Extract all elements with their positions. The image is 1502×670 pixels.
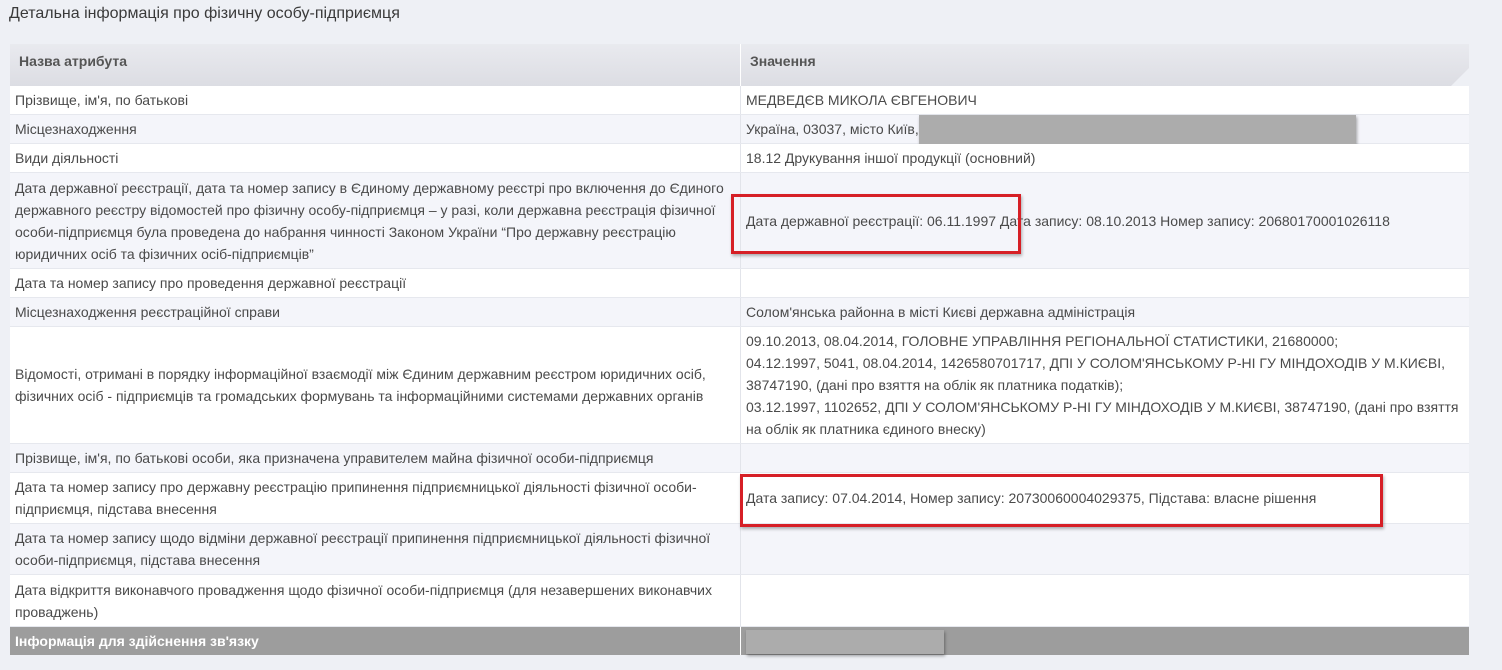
row-attribute: Прізвище, ім'я, по батькові xyxy=(10,86,740,114)
row-attribute: Дата та номер запису щодо відміни держав… xyxy=(10,524,740,574)
table-row: Дата та номер запису про проведення держ… xyxy=(10,269,1469,298)
header-corner-decoration xyxy=(1451,68,1469,86)
header-value: Значення xyxy=(740,44,1469,86)
contact-info-label: Інформація для здійснення зв'язку xyxy=(10,627,740,655)
header-attribute: Назва атрибута xyxy=(10,44,740,86)
row-value: Солом'янська районна в місті Києві держа… xyxy=(740,298,1469,326)
value-line: 03.12.1997, 1102652, ДПІ У СОЛОМ'ЯНСЬКОМ… xyxy=(746,399,1459,437)
row-value xyxy=(740,269,1469,297)
table-row: Прізвище, ім'я, по батькові МЕДВЕДЄВ МИК… xyxy=(10,86,1469,115)
redacted-contact xyxy=(746,630,944,654)
row-value xyxy=(740,575,1469,626)
redacted-address xyxy=(918,115,1356,145)
table-row: Прізвище, ім'я, по батькові особи, яка п… xyxy=(10,444,1469,473)
page-title: Детальна інформація про фізичну особу-пі… xyxy=(9,5,400,22)
table-row: Дата та номер запису щодо відміни держав… xyxy=(10,524,1469,575)
table-row: Дата відкриття виконавчого провадження щ… xyxy=(10,575,1469,627)
row-attribute: Відомості, отримані в порядку інформацій… xyxy=(10,327,740,443)
table-row: Відомості, отримані в порядку інформацій… xyxy=(10,327,1469,444)
row-value: 18.12 Друкування іншої продукції (основн… xyxy=(740,144,1469,172)
page: Детальна інформація про фізичну особу-пі… xyxy=(0,0,1502,670)
row-attribute: Види діяльності xyxy=(10,144,740,172)
row-attribute: Місцезнаходження реєстраційної справи xyxy=(10,298,740,326)
row-value: Дата державної реєстрації: 06.11.1997 Да… xyxy=(740,173,1469,268)
row-value: Дата запису: 07.04.2014, Номер запису: 2… xyxy=(740,473,1469,523)
registration-date: Дата державної реєстрації: 06.11.1997 xyxy=(746,212,997,229)
table-row: Місцезнаходження Україна, 03037, місто К… xyxy=(10,115,1469,145)
details-table: Назва атрибута Значення Прізвище, ім'я, … xyxy=(10,44,1469,655)
contact-info-row: Інформація для здійснення зв'язку xyxy=(10,627,1469,655)
row-value: Україна, 03037, місто Київ, xyxy=(740,115,1469,145)
table-row: Види діяльності 18.12 Друкування іншої п… xyxy=(10,144,1469,173)
row-attribute: Дата державної реєстрації, дата та номер… xyxy=(10,173,740,268)
value-line: 09.10.2013, 08.04.2014, ГОЛОВНЕ УПРАВЛІН… xyxy=(746,333,1339,349)
table-row: Місцезнаходження реєстраційної справи Со… xyxy=(10,298,1469,327)
row-value: МЕДВЕДЄВ МИКОЛА ЄВГЕНОВИЧ xyxy=(740,86,1469,114)
table-header: Назва атрибута Значення xyxy=(10,44,1469,86)
table-row: Дата державної реєстрації, дата та номер… xyxy=(10,173,1469,269)
row-attribute: Дата відкриття виконавчого провадження щ… xyxy=(10,575,740,626)
row-value xyxy=(740,524,1469,574)
contact-info-value xyxy=(740,627,1469,655)
record-info: Дата запису: 08.10.2013 Номер запису: 20… xyxy=(996,212,1390,229)
row-value: 09.10.2013, 08.04.2014, ГОЛОВНЕ УПРАВЛІН… xyxy=(740,327,1469,443)
row-attribute: Місцезнаходження xyxy=(10,115,740,143)
row-attribute: Дата та номер запису про проведення держ… xyxy=(10,269,740,297)
row-attribute: Дата та номер запису про державну реєстр… xyxy=(10,473,740,523)
table-row: Дата та номер запису про державну реєстр… xyxy=(10,473,1469,524)
row-value xyxy=(740,444,1469,472)
value-line: 04.12.1997, 5041, 08.04.2014, 1426580701… xyxy=(746,355,1445,393)
row-attribute: Прізвище, ім'я, по батькові особи, яка п… xyxy=(10,444,740,472)
address-text: Україна, 03037, місто Київ, xyxy=(746,121,919,137)
